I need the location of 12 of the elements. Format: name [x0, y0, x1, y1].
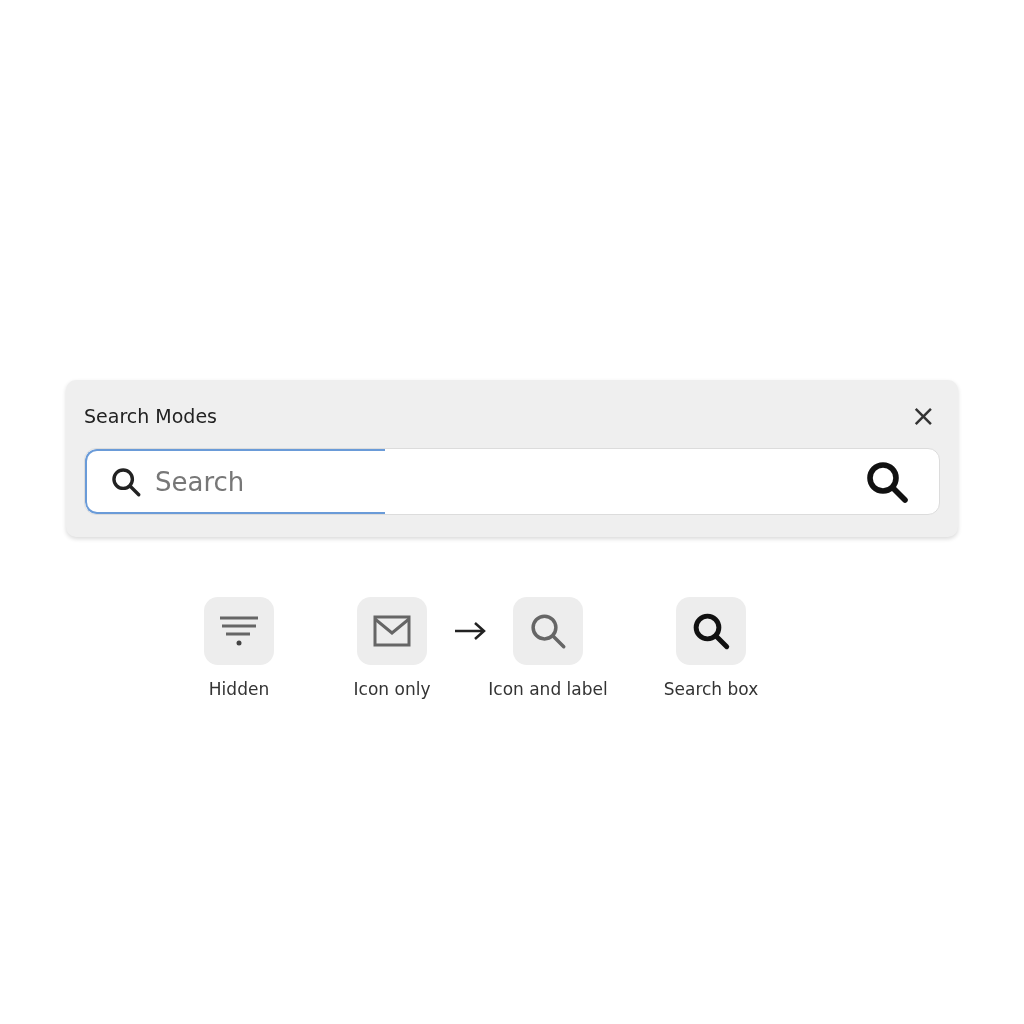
mode-label: Search box [663, 679, 759, 699]
mode-label: Icon and label [488, 679, 608, 699]
panel-title: Search Modes [84, 405, 217, 427]
arrow-icon [453, 620, 487, 642]
mode-button[interactable] [676, 597, 746, 665]
close-button[interactable]: × [906, 401, 940, 431]
mode-label: Icon only [353, 679, 431, 699]
mode-label: Hidden [208, 679, 270, 699]
envelope-icon [373, 615, 411, 647]
filter-lines-icon [218, 614, 260, 648]
search-input[interactable]: Search [153, 465, 853, 498]
search-field[interactable]: Search [84, 448, 940, 515]
